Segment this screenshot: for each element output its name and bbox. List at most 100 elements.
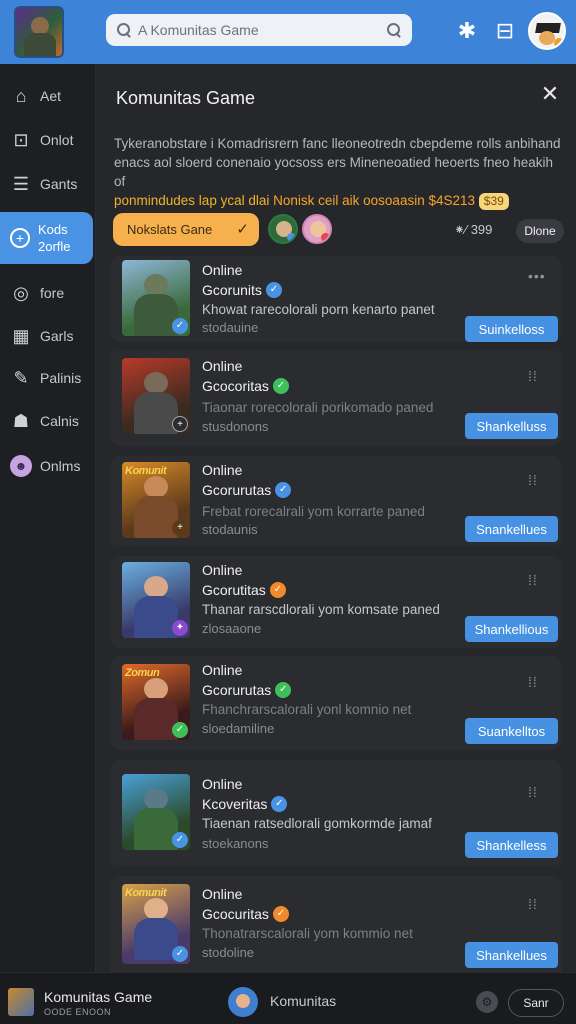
join-button[interactable]: Suankelltos xyxy=(465,718,558,744)
badge-icon: ✓ xyxy=(172,318,188,334)
sidebar-item-people[interactable]: ☗ Calnis xyxy=(0,399,96,443)
headset-icon: ◎ xyxy=(13,283,29,303)
join-button[interactable]: Shankellues xyxy=(465,942,558,968)
sidebar-item-sublabel: 2orfle xyxy=(38,239,71,254)
card-subtext: stodaunis xyxy=(202,522,258,537)
card-status: Online xyxy=(202,262,243,278)
card-name-text: Gcorutitas xyxy=(202,582,266,598)
card-name-text: Gcorurutas xyxy=(202,682,272,698)
sidebar-item-grid[interactable]: ▦ Garls xyxy=(0,314,96,358)
card-name-text: Gcocuritas xyxy=(202,906,269,922)
more-icon[interactable]: ⁞⁞ xyxy=(528,896,538,912)
card-status: Online xyxy=(202,662,243,678)
search-input[interactable] xyxy=(132,22,386,38)
sidebar-item-avatar[interactable]: ☻ Onlms xyxy=(0,444,96,488)
list-icon: ☰ xyxy=(12,174,30,194)
app-avatar[interactable] xyxy=(14,6,64,58)
save-button[interactable]: Sanr xyxy=(508,989,564,1017)
sidebar-item-brush[interactable]: ✎ Palinis xyxy=(0,356,96,400)
badge-icon: ✦ xyxy=(172,620,188,636)
sidebar-item-home[interactable]: ⌂ Aet xyxy=(0,74,96,118)
bottom-bar: Komunitas Game OODE ENOON Komunitas ⚙ Sa… xyxy=(0,972,576,1024)
game-thumbnail: Zomun ✓ xyxy=(122,664,190,740)
card-subtext: stodoline xyxy=(202,945,255,960)
card-description: Frebat rorecalrali yom korrarte paned xyxy=(202,504,425,519)
list-item[interactable]: Komunit + Online Gcorurutas ✓ Frebat rore… xyxy=(110,456,562,546)
card-subtext: stoekanons xyxy=(202,836,269,851)
member-avatar[interactable] xyxy=(268,214,298,244)
card-name: Gcorunits ✓ xyxy=(202,282,282,298)
bookmark-icon[interactable]: ⊟ xyxy=(492,18,518,44)
join-button[interactable]: Shankelless xyxy=(465,832,558,858)
verified-icon: ✓ xyxy=(272,906,289,922)
game-thumbnail: Komunit + xyxy=(122,462,190,538)
plus-circle-icon: + xyxy=(10,228,30,248)
join-button[interactable]: Suinkelloss xyxy=(465,316,558,342)
game-thumbnail[interactable] xyxy=(8,988,34,1016)
more-icon[interactable]: ⁞⁞ xyxy=(528,472,538,488)
sidebar-item-inbox[interactable]: ⊡ Onlot xyxy=(0,118,96,162)
join-button[interactable]: Shankelluss xyxy=(465,413,558,439)
member-avatar[interactable] xyxy=(302,214,332,244)
profile-avatar[interactable] xyxy=(528,12,566,50)
card-status: Online xyxy=(202,462,243,478)
more-icon[interactable]: ⁞⁞ xyxy=(528,572,538,588)
bottom-label[interactable]: Komunitas xyxy=(270,993,336,1009)
bottom-title: Komunitas Game xyxy=(44,989,153,1005)
card-name: Gcorurutas ✓ xyxy=(202,682,292,698)
badge-icon: ✓ xyxy=(172,832,188,848)
sidebar-item-label: Gants xyxy=(40,176,78,192)
list-item[interactable]: Komunit ✓ Online Gcocuritas ✓ Thonatrarsc… xyxy=(110,876,562,972)
search-bar[interactable] xyxy=(106,14,412,46)
sidebar-item-headset[interactable]: ◎ fore xyxy=(0,271,96,315)
card-status: Online xyxy=(202,776,243,792)
more-icon[interactable]: ⁞⁞ xyxy=(528,784,538,800)
card-description: Tiaonar rorecolorali porikomado paned xyxy=(202,400,434,415)
list-item[interactable]: ✦ Online Gcorutitas ✓ Thanar rarscdlorali… xyxy=(110,556,562,648)
home-icon: ⌂ xyxy=(15,86,27,106)
puzzle-icon[interactable]: ✱ xyxy=(454,18,480,44)
card-status: Online xyxy=(202,886,243,902)
sidebar-item-label: Onlms xyxy=(40,458,81,474)
badge-icon: + xyxy=(172,416,188,432)
search-icon xyxy=(116,22,132,38)
sidebar-item-label: fore xyxy=(40,285,65,301)
sidebar-item-label: Aet xyxy=(40,88,62,104)
check-icon: ✓ xyxy=(236,221,249,238)
join-button[interactable]: Shankellious xyxy=(465,616,558,642)
close-icon[interactable]: ✕ xyxy=(540,83,560,105)
card-description: Thonatrarscalorali yom kommio net xyxy=(202,926,413,941)
badge-icon: + xyxy=(172,520,188,536)
search-submit-icon[interactable] xyxy=(386,22,402,38)
badge-icon: ✓ xyxy=(172,722,188,738)
more-icon[interactable]: ••• xyxy=(528,268,546,284)
list-item[interactable]: + Online Gcocoritas ✓ Tiaonar rorecoloral… xyxy=(110,350,562,446)
thumbnail-title: Zomun xyxy=(125,667,160,679)
game-thumbnail: Komunit ✓ xyxy=(122,884,190,964)
list-item[interactable]: Zomun ✓ Online Gcorurutas ✓ Fhanchrarscal… xyxy=(110,656,562,750)
gear-icon[interactable]: ⚙ xyxy=(476,991,498,1013)
more-icon[interactable]: ⁞⁞ xyxy=(528,674,538,690)
member-count-value: 399 xyxy=(470,222,493,237)
verified-icon: ✓ xyxy=(275,682,292,698)
game-filter-chip[interactable]: Nokslats Gane ✓ xyxy=(113,213,259,246)
top-bar: ✱ ⊟ xyxy=(0,0,576,64)
brush-icon: ✎ xyxy=(13,368,29,388)
sidebar-item-active[interactable]: + Kods 2orfle xyxy=(0,212,93,264)
card-name-text: Gcorunits xyxy=(202,282,262,298)
grid-icon: ▦ xyxy=(12,326,30,346)
card-name: Gcorutitas ✓ xyxy=(202,582,286,598)
game-thumbnail: + xyxy=(122,358,190,434)
card-name: Kcoveritas ✓ xyxy=(202,796,288,812)
sidebar-item-list[interactable]: ☰ Gants xyxy=(0,162,96,206)
list-item[interactable]: ✓ Online Kcoveritas ✓ Tiaenan ratsedloral… xyxy=(110,760,562,866)
join-button[interactable]: Snankellues xyxy=(465,516,558,542)
done-button[interactable]: Dlone xyxy=(516,219,564,243)
badge-icon: ✓ xyxy=(172,946,188,962)
user-avatar[interactable] xyxy=(228,987,258,1017)
game-thumbnail: ✓ xyxy=(122,774,190,850)
list-item[interactable]: ✓ Online Gcorunits ✓ Khowat rarecolorali … xyxy=(110,256,562,342)
more-icon[interactable]: ⁞⁞ xyxy=(528,368,538,384)
description-line: Tykeranobstare i Komadrisrern fanc lleon… xyxy=(114,136,561,151)
card-subtext: stodauine xyxy=(202,320,259,335)
